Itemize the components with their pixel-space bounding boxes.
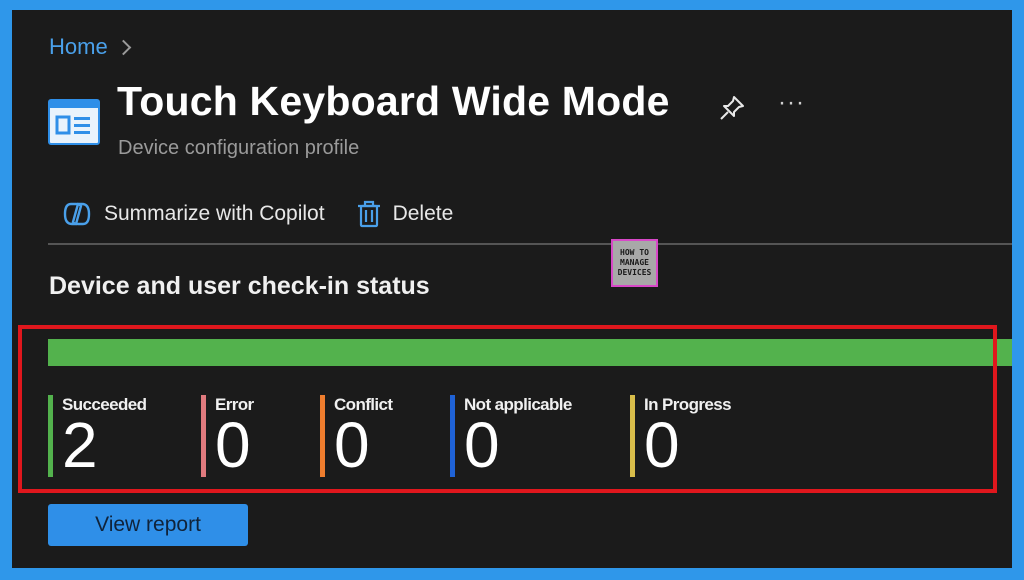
command-bar: Summarize with Copilot Delete bbox=[62, 200, 485, 228]
main-panel: Home Touch Keyboard Wide Mode ··· Device… bbox=[12, 10, 1012, 568]
pin-icon[interactable] bbox=[717, 93, 747, 123]
breadcrumb: Home bbox=[49, 34, 131, 60]
copilot-icon bbox=[63, 202, 91, 226]
device-profile-icon bbox=[48, 99, 100, 145]
chevron-right-icon bbox=[115, 39, 131, 55]
trash-icon bbox=[357, 200, 380, 228]
summarize-label: Summarize with Copilot bbox=[104, 202, 325, 225]
more-options-button[interactable]: ··· bbox=[778, 89, 805, 117]
checkin-status-heading: Device and user check-in status bbox=[49, 272, 430, 300]
page-title: Touch Keyboard Wide Mode bbox=[117, 78, 670, 124]
breadcrumb-home-link[interactable]: Home bbox=[49, 34, 108, 60]
page-subtitle: Device configuration profile bbox=[118, 137, 360, 159]
highlight-annotation-box bbox=[18, 325, 997, 493]
delete-button[interactable]: Delete bbox=[357, 200, 454, 228]
delete-label: Delete bbox=[392, 202, 454, 225]
toolbar-divider bbox=[48, 243, 1012, 245]
view-report-button[interactable]: View report bbox=[48, 504, 248, 546]
watermark-logo: HOW TO MANAGE DEVICES bbox=[611, 239, 658, 287]
summarize-with-copilot-button[interactable]: Summarize with Copilot bbox=[62, 201, 325, 227]
